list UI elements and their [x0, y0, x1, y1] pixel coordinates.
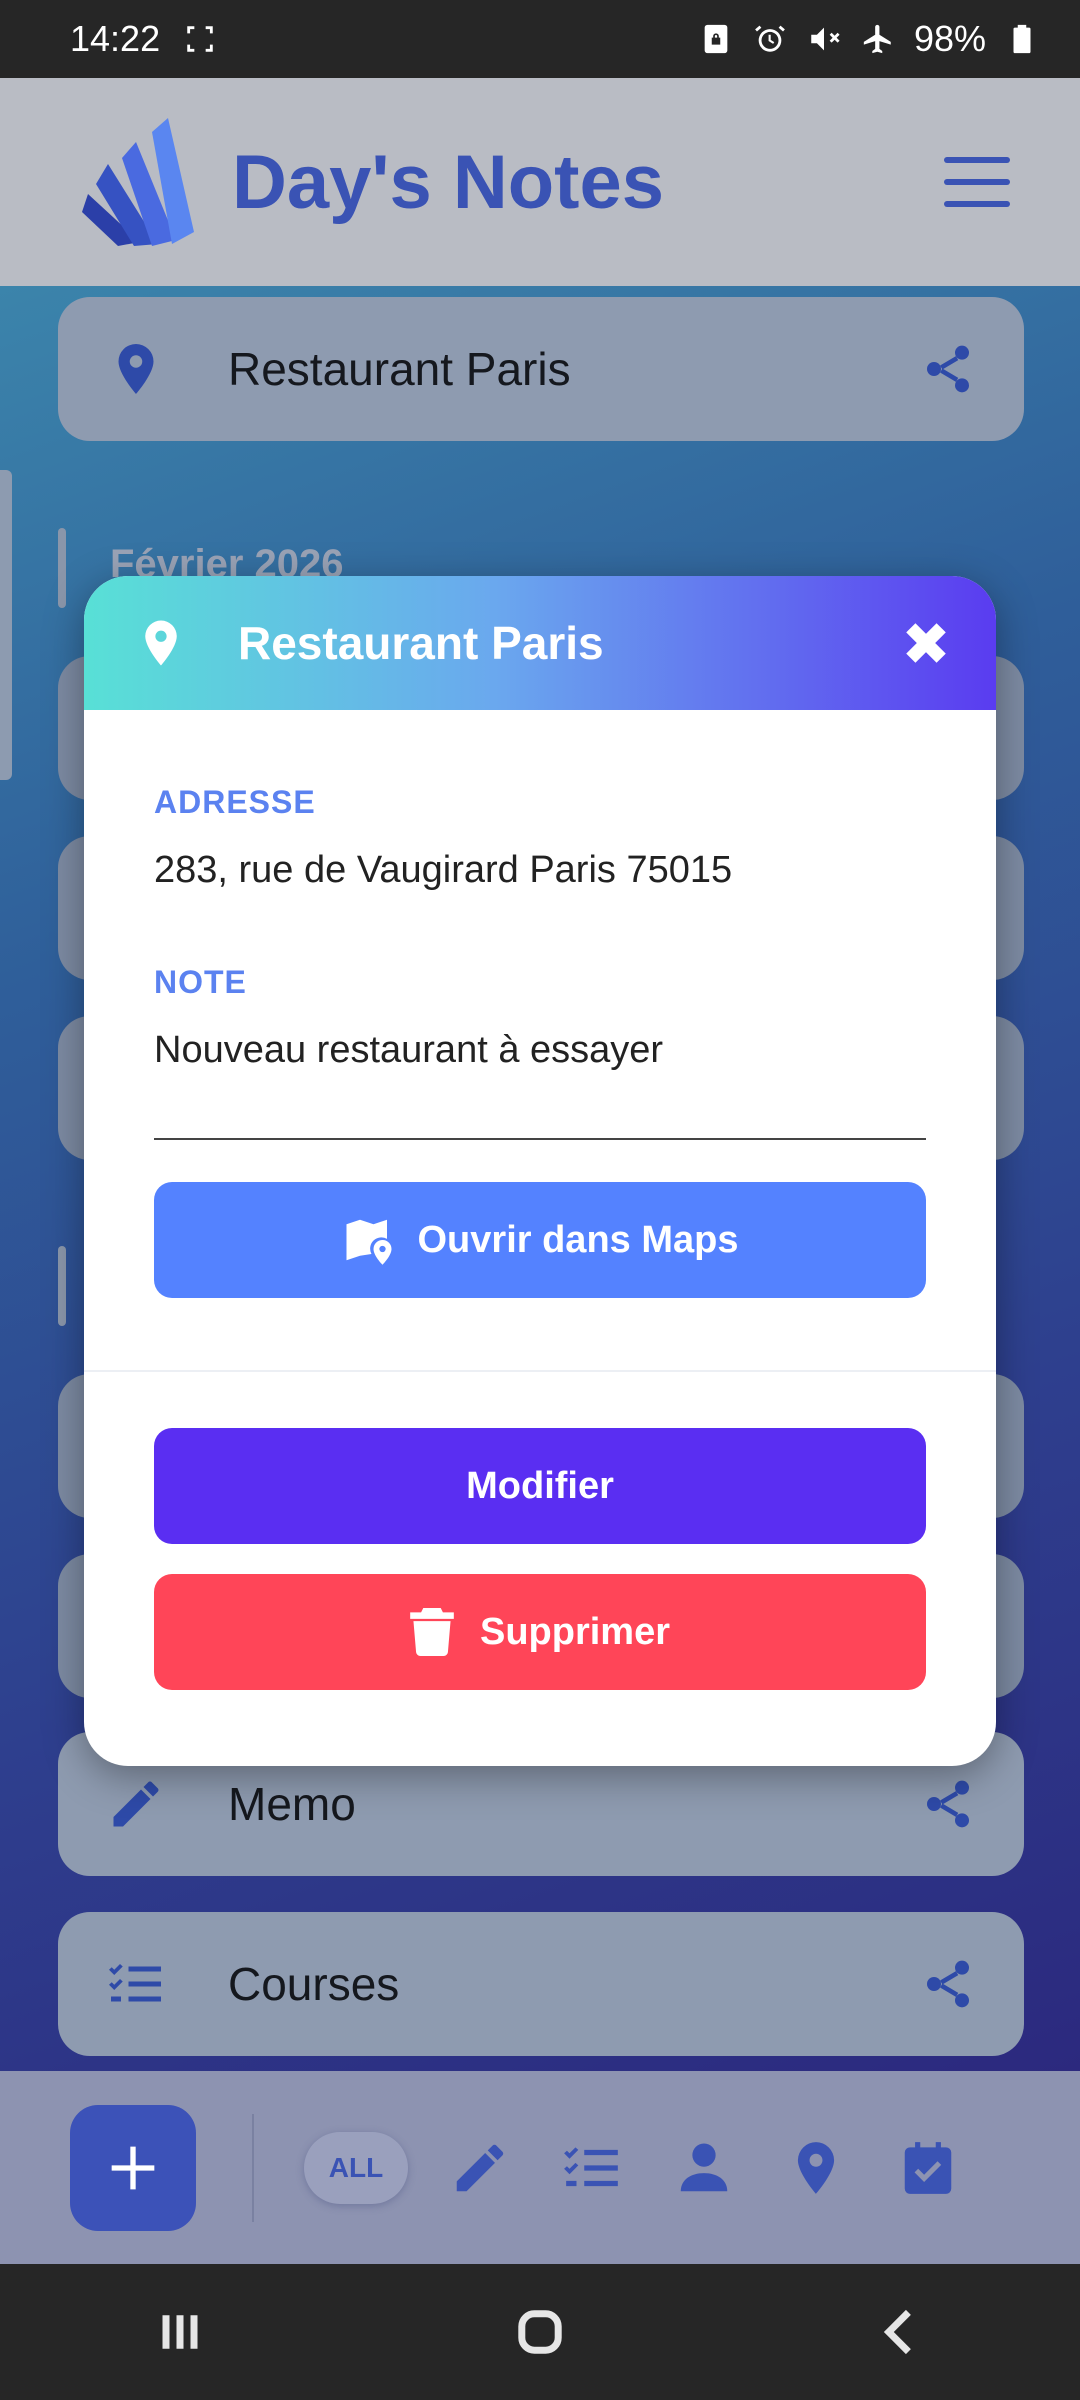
menu-icon[interactable]: [944, 157, 1010, 207]
filter-memo-button[interactable]: [440, 2128, 520, 2208]
mute-icon: [806, 21, 842, 57]
pencil-icon: [456, 2144, 504, 2191]
filter-location-button[interactable]: [776, 2128, 856, 2208]
checklist-icon: [106, 1954, 166, 2014]
open-in-maps-label: Ouvrir dans Maps: [417, 1218, 739, 1261]
dialog-header: Restaurant Paris: [84, 576, 996, 710]
filter-contact-button[interactable]: [664, 2128, 744, 2208]
share-icon[interactable]: [920, 1956, 976, 2012]
location-icon: [106, 339, 166, 399]
note-value: Nouveau restaurant à essayer: [154, 1029, 664, 1071]
person-icon: [680, 2142, 728, 2191]
note-card-label: Memo: [228, 1778, 356, 1830]
plus-icon: [111, 2146, 155, 2189]
pencil-icon: [106, 1774, 166, 1834]
location-icon: [134, 613, 188, 673]
back-icon: [883, 2309, 911, 2355]
recents-icon: [162, 2315, 198, 2349]
share-icon[interactable]: [920, 341, 976, 397]
open-in-maps-button[interactable]: Ouvrir dans Maps: [154, 1182, 926, 1298]
section-marker: [58, 1246, 66, 1326]
recents-button[interactable]: [145, 2297, 215, 2367]
section-marker: [58, 528, 66, 608]
note-card-restaurant[interactable]: Restaurant Paris: [58, 297, 1024, 441]
airplane-icon: [860, 21, 896, 57]
filter-group: ALL: [304, 2128, 968, 2208]
calendar-check-icon: [904, 2141, 952, 2194]
address-label: ADRESSE: [154, 784, 316, 820]
alarm-icon: [752, 21, 788, 57]
bottom-toolbar: ALL: [0, 2071, 1080, 2264]
battery-icon: [1004, 21, 1040, 57]
app-header: Day's Notes: [0, 78, 1080, 286]
battery-percent: 98%: [913, 18, 986, 59]
dialog-separator: [84, 1370, 996, 1372]
location-icon: [797, 2141, 835, 2194]
note-card-label: Courses: [228, 1958, 400, 2010]
note-underline: [154, 1138, 926, 1140]
close-icon: [906, 623, 946, 663]
scroll-indicator: [0, 470, 12, 780]
note-card-label: Restaurant Paris: [228, 343, 571, 395]
delete-label: Supprimer: [479, 1610, 671, 1653]
system-navigation-bar: [0, 2264, 1080, 2400]
edit-label: Modifier: [466, 1464, 614, 1507]
note-label: NOTE: [154, 964, 247, 1000]
delete-button[interactable]: Supprimer: [154, 1574, 926, 1690]
lock-icon: [698, 21, 734, 57]
home-icon: [518, 2310, 562, 2354]
dialog-title: Restaurant Paris: [238, 617, 604, 669]
location-detail-dialog: Restaurant Paris ADRESSE 283, rue de Vau…: [84, 576, 996, 1766]
edit-button[interactable]: Modifier: [154, 1428, 926, 1544]
close-button[interactable]: [896, 613, 956, 673]
trash-icon: [410, 1608, 454, 1656]
status-time: 14:22: [70, 18, 161, 59]
home-button[interactable]: [505, 2297, 575, 2367]
app-logo-icon: [78, 114, 202, 250]
checklist-icon: [564, 2146, 618, 2186]
screenshot-icon: [182, 21, 218, 57]
back-button[interactable]: [865, 2297, 935, 2367]
add-note-button[interactable]: [70, 2104, 196, 2231]
filter-checklist-button[interactable]: [552, 2128, 632, 2208]
filter-all-button[interactable]: ALL: [304, 2131, 408, 2204]
address-value: 283, rue de Vaugirard Paris 75015: [154, 849, 733, 891]
note-card-courses[interactable]: Courses: [58, 1912, 1024, 2056]
app-title: Day's Notes: [232, 139, 665, 225]
status-bar: 14:22 98%: [0, 0, 1080, 78]
filter-event-button[interactable]: [888, 2128, 968, 2208]
share-icon[interactable]: [920, 1776, 976, 1832]
map-icon: [346, 1219, 391, 1265]
toolbar-divider: [252, 2113, 254, 2222]
